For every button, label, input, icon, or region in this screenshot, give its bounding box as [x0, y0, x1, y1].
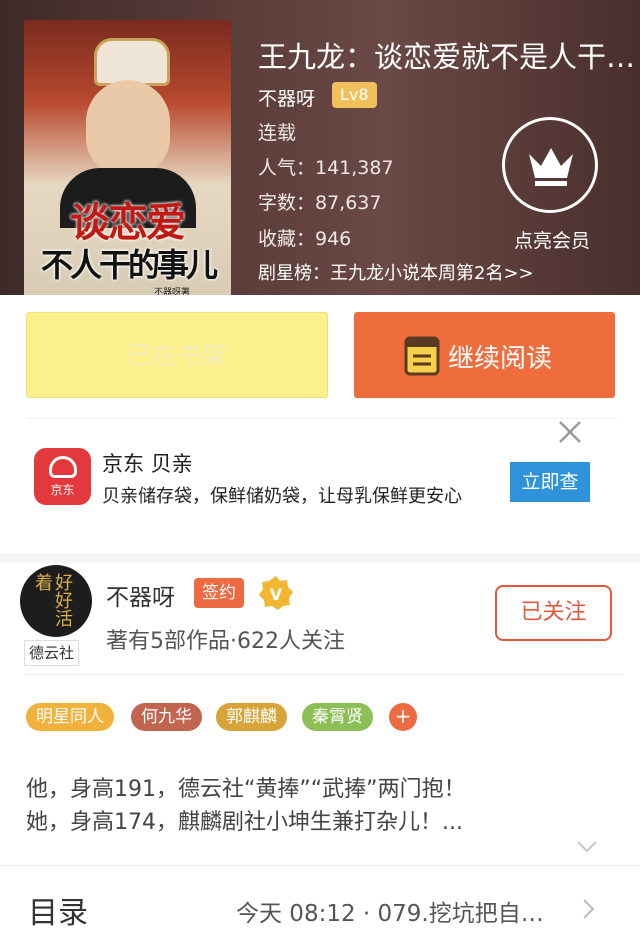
close-icon[interactable] — [556, 418, 584, 446]
author-level-badge: Lv8 — [332, 82, 377, 108]
avatar-tag: 德云社 — [24, 640, 80, 666]
signed-badge: 签约 — [194, 578, 244, 608]
book-cover[interactable]: 谈恋爱 不人干的事儿 不器呀著 — [24, 20, 231, 295]
author-stats: 著有5部作品·622人关注 — [106, 629, 345, 654]
follow-button[interactable]: 已关注 — [495, 585, 612, 641]
jd-dog-icon — [49, 456, 77, 478]
book-favorites: 收藏：946 — [258, 228, 352, 250]
add-tag-button[interactable]: + — [389, 703, 417, 731]
tag-chip[interactable]: 明星同人 — [26, 703, 114, 731]
tag-chip[interactable]: 何九华 — [131, 703, 202, 731]
divider — [26, 674, 622, 675]
verified-icon: V — [259, 576, 293, 610]
ad-logo-text: 京东 — [50, 483, 75, 497]
jd-logo-icon: 京东 — [34, 448, 91, 505]
ad-title: 京东 贝亲 — [102, 452, 193, 476]
author-name-link[interactable]: 不器呀 — [258, 84, 315, 111]
ad-cta-button[interactable]: 立即查 — [510, 462, 590, 502]
continue-reading-label: 继续阅读 — [448, 344, 553, 374]
catalogue-label[interactable]: 目录 — [28, 888, 88, 932]
author-avatar[interactable]: 好好活着 — [20, 565, 92, 637]
crown-icon — [529, 148, 573, 186]
continue-reading-button[interactable]: 继续阅读 — [354, 312, 615, 398]
book-popularity: 人气：141,387 — [258, 157, 394, 179]
synopsis-line-1: 他，身高191，德云社“黄捧”“武捧”两门抱！ — [26, 777, 466, 802]
ad-description: 贝亲储存袋，保鲜储奶袋，让母乳保鲜更安心 — [102, 486, 462, 507]
tag-chip[interactable]: 秦霄贤 — [302, 703, 373, 731]
cover-title-line2: 不人干的事儿 — [40, 246, 218, 284]
cover-author: 不器呀著 — [154, 288, 191, 295]
book-icon — [404, 336, 440, 376]
avatar-calligraphy: 好好活着 — [32, 573, 73, 627]
vip-crown-button[interactable] — [502, 117, 598, 213]
latest-chapter[interactable]: 今天 08:12 · 079.挖坑把自己埋了 — [236, 894, 566, 928]
cover-face — [86, 80, 170, 176]
ranking-link[interactable]: 剧星榜：王九龙小说本周第2名>> — [258, 259, 534, 285]
book-status: 连载 — [258, 122, 297, 144]
book-word-count: 字数：87,637 — [258, 192, 382, 214]
divider — [0, 865, 640, 866]
expand-chevron-icon[interactable] — [576, 840, 598, 854]
svg-text:V: V — [270, 585, 283, 604]
vip-label[interactable]: 点亮会员 — [504, 226, 600, 253]
cover-headdress — [94, 38, 170, 86]
author-name[interactable]: 不器呀 — [106, 578, 175, 612]
book-title: 王九龙：谈恋爱就不是人干的事儿 — [258, 40, 638, 74]
section-divider — [0, 553, 640, 563]
tag-chip[interactable]: 郭麒麟 — [216, 703, 287, 731]
synopsis-line-2: 她，身高174，麒麟剧社小坤生兼打杂儿！... — [26, 810, 463, 835]
in-bookshelf-button[interactable]: 已在书架 — [26, 312, 328, 398]
chevron-right-icon[interactable] — [582, 898, 596, 920]
